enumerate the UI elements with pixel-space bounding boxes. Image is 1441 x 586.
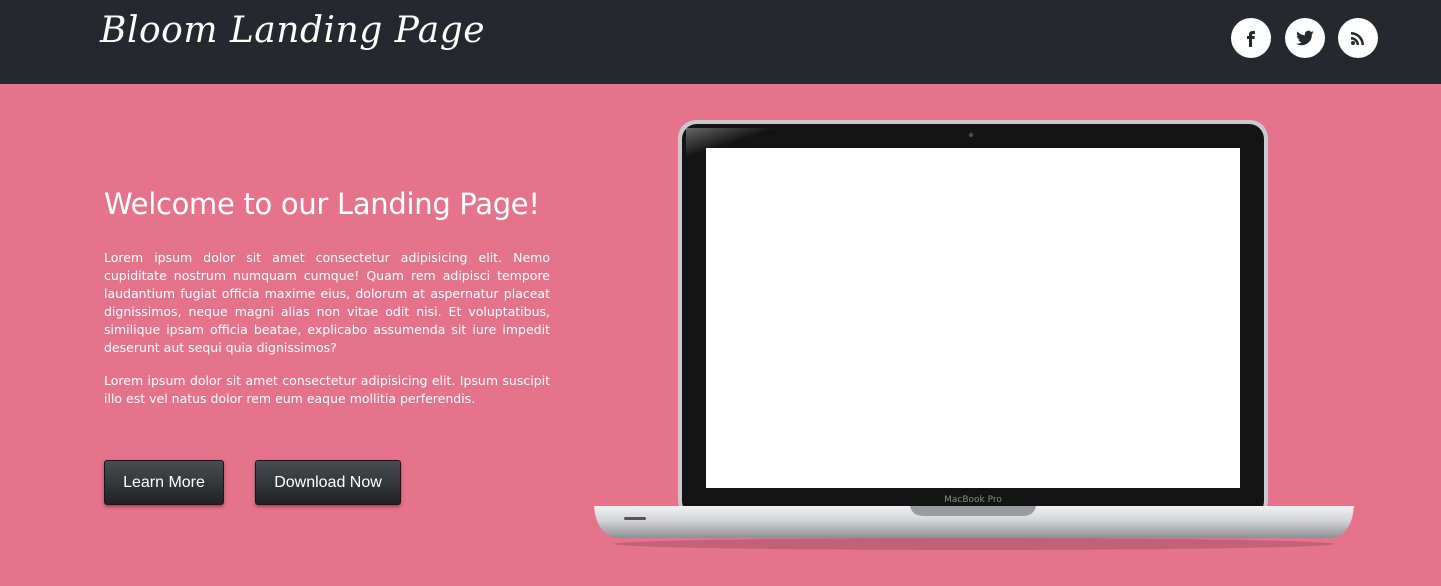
hero-headline: Welcome to our Landing Page! xyxy=(104,187,540,221)
hero-paragraph-2: Lorem ipsum dolor sit amet consectetur a… xyxy=(104,373,550,406)
brand-logo[interactable]: Bloom Landing Page xyxy=(100,10,485,51)
learn-more-button[interactable]: Learn More xyxy=(104,460,224,505)
laptop-image: MacBook Pro xyxy=(590,118,1358,554)
twitter-icon[interactable] xyxy=(1285,18,1325,58)
download-now-button[interactable]: Download Now xyxy=(255,460,401,505)
rss-icon[interactable] xyxy=(1338,18,1378,58)
hero-section: Welcome to our Landing Page! Lorem ipsum… xyxy=(0,84,1441,586)
facebook-icon[interactable] xyxy=(1231,18,1271,58)
laptop-brand-label: MacBook Pro xyxy=(944,495,1002,505)
top-navbar: Bloom Landing Page xyxy=(0,0,1441,84)
hero-paragraph-1: Lorem ipsum dolor sit amet consectetur a… xyxy=(104,250,550,355)
